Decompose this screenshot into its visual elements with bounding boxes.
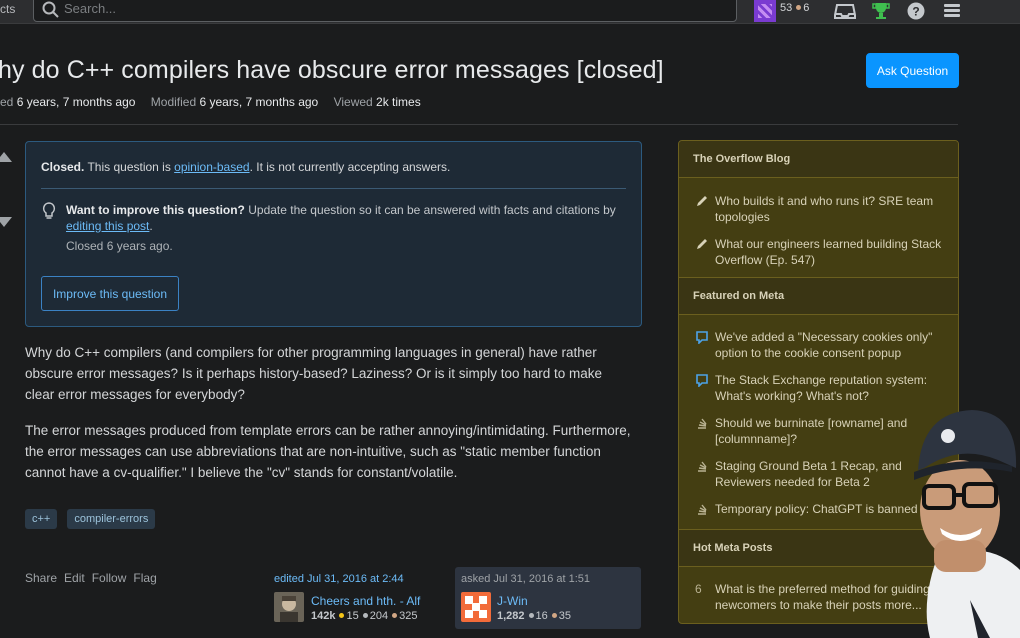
asker-rep-value: 1,282 [497, 610, 525, 622]
asker-silver-count: 16 [535, 610, 548, 622]
achievements-trophy-icon[interactable] [870, 1, 892, 21]
editor-avatar[interactable] [274, 592, 304, 622]
modified-label: Modified [150, 95, 197, 109]
pencil-icon [697, 239, 707, 249]
flag-link[interactable]: Flag [133, 571, 156, 585]
nav-products-cut[interactable]: cts [0, 2, 15, 16]
closed-ago: Closed 6 years ago. [66, 239, 173, 253]
featured-meta-heading: Featured on Meta [679, 277, 958, 315]
pencil-icon [697, 196, 707, 206]
meta-item-label[interactable]: We've added a "Necessary cookies only" o… [715, 329, 950, 361]
viewed-value: 2k times [376, 95, 421, 109]
question-body-paragraph-1: Why do C++ compilers (and compilers for … [25, 345, 603, 402]
help-icon[interactable]: ? [905, 1, 927, 21]
asked-label: ed [0, 95, 14, 109]
share-link[interactable]: Share [25, 571, 57, 585]
reputation-value: 53 [780, 2, 793, 14]
closed-label: Closed. [41, 160, 85, 174]
improve-hint-end: . [149, 219, 153, 233]
edit-link[interactable]: Edit [64, 571, 85, 585]
closed-text-b: . It is not currently accepting answers. [249, 160, 451, 174]
asker-bronze-count: 35 [558, 610, 572, 622]
user-avatar[interactable] [754, 0, 776, 22]
downvote-arrow-icon[interactable] [0, 217, 12, 227]
blog-item-label[interactable]: Who builds it and who runs it? SRE team … [715, 193, 950, 225]
asked-value: 6 years, 7 months ago [16, 95, 136, 109]
title-divider [0, 124, 958, 125]
bronze-badge-icon [796, 5, 802, 10]
hot-meta-answer-count: 6 [695, 582, 702, 596]
chat-bubble-icon [696, 331, 708, 344]
tag-compiler-errors[interactable]: compiler-errors [67, 509, 156, 529]
gold-badge-icon [339, 613, 345, 618]
asker-reputation: 1,282 16 35 [497, 610, 571, 622]
blog-item-label[interactable]: What our engineers learned building Stac… [715, 236, 950, 268]
asker-username[interactable]: J-Win [497, 594, 528, 608]
tag-cpp[interactable]: c++ [25, 509, 58, 529]
bronze-badge-icon [551, 613, 557, 618]
tag-list: c++ compiler-errors [25, 509, 156, 529]
improve-hint-text: Update the question so it can be answere… [244, 203, 616, 217]
post-menu: Share Edit Follow Flag [25, 571, 157, 585]
asker-signature: asked Jul 31, 2016 at 1:51 J-Win 1,282 16… [455, 567, 641, 629]
improve-hint-title: Want to improve this question? [66, 203, 245, 217]
stack-logo-icon [698, 418, 707, 429]
asked-time: asked Jul 31, 2016 at 1:51 [461, 573, 591, 585]
viewed-label: Viewed [333, 95, 373, 109]
follow-link[interactable]: Follow [92, 571, 127, 585]
silver-badge-icon [362, 613, 368, 618]
inbox-icon[interactable] [834, 1, 856, 21]
lightbulb-icon [42, 202, 56, 219]
editing-this-post-link[interactable]: editing this post [66, 219, 149, 233]
question-title[interactable]: hy do C++ compilers have obscure error m… [0, 56, 664, 85]
improve-question-button[interactable]: Improve this question [41, 276, 179, 311]
silver-badge-icon [528, 613, 534, 618]
top-bar: cts 53 6 ? [0, 0, 1020, 24]
stack-logo-icon [698, 461, 707, 472]
ask-question-button[interactable]: Ask Question [866, 53, 959, 88]
upvote-arrow-icon[interactable] [0, 152, 12, 162]
overflow-blog-heading: The Overflow Blog [679, 141, 958, 178]
editor-bronze-count: 325 [399, 610, 418, 622]
editor-gold-count: 15 [346, 610, 359, 622]
webcam-overlay [914, 410, 1020, 638]
search-box[interactable] [33, 0, 737, 22]
question-body-paragraph-2: The error messages produced from templat… [25, 423, 631, 480]
opinion-based-link[interactable]: opinion-based [174, 160, 249, 174]
notice-divider [41, 188, 626, 189]
editor-rep-value: 142k [311, 610, 336, 622]
search-icon [42, 1, 59, 18]
bronze-badge-icon [392, 613, 398, 618]
user-reputation[interactable]: 53 6 [780, 2, 809, 14]
search-input[interactable] [64, 1, 724, 16]
editor-username[interactable]: Cheers and hth. - Alf [311, 594, 420, 608]
svg-text:?: ? [912, 5, 919, 19]
stack-logo-icon [698, 504, 707, 515]
question-meta: ed 6 years, 7 months ago Modified 6 year… [0, 95, 433, 109]
asker-avatar[interactable] [461, 592, 491, 622]
improve-hint: Want to improve this question? Update th… [66, 202, 631, 234]
bronze-count: 6 [803, 2, 810, 14]
chat-bubble-icon [696, 374, 708, 387]
editor-signature: edited Jul 31, 2016 at 2:44 Cheers and h… [272, 567, 452, 629]
edited-time[interactable]: edited Jul 31, 2016 at 2:44 [274, 573, 404, 585]
closed-notice: Closed. This question is opinion-based. … [25, 141, 642, 327]
site-switcher-icon[interactable] [941, 1, 963, 21]
modified-value[interactable]: 6 years, 7 months ago [199, 95, 318, 109]
closed-text-a: This question is [84, 160, 175, 174]
editor-reputation: 142k 15 204 325 [311, 610, 417, 622]
editor-silver-count: 204 [369, 610, 389, 622]
closed-reason: Closed. This question is opinion-based. … [41, 160, 450, 174]
